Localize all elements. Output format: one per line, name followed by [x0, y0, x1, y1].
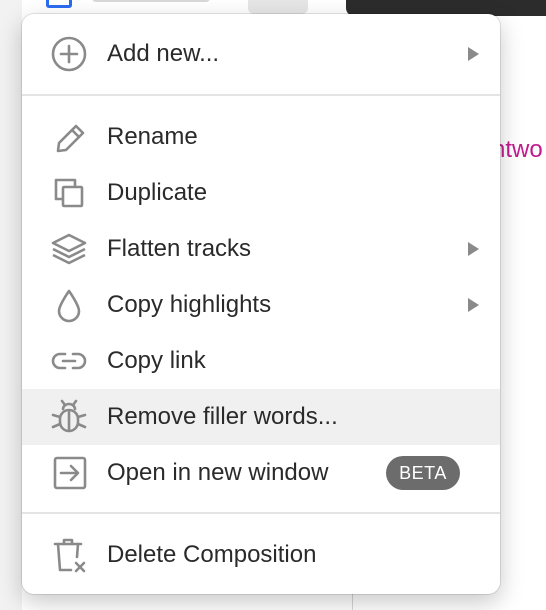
menu-item-label: Copy highlights — [107, 291, 272, 318]
menu-item-label: Flatten tracks — [107, 235, 252, 262]
menu-item-label: Delete Composition — [107, 541, 317, 568]
menu-item-label: Remove filler words... — [107, 403, 338, 430]
menu-item-label: Rename — [107, 123, 198, 150]
bug-icon — [48, 396, 90, 438]
menu-item-remove-filler-words[interactable]: Remove filler words... — [22, 389, 500, 445]
background-document-icon — [46, 0, 72, 8]
menu-item-label: Open in new window — [107, 459, 329, 486]
menu-item-label: Add new... — [107, 40, 220, 67]
context-menu: Add new... Rename Duplicate Flatten trac… — [22, 14, 500, 594]
menu-item-delete-composition[interactable]: Delete Composition — [22, 527, 500, 583]
beta-badge: BETA — [386, 456, 460, 490]
submenu-arrow-icon — [468, 298, 479, 312]
menu-item-copy-link[interactable]: Copy link — [22, 333, 500, 389]
duplicate-icon — [48, 172, 90, 214]
submenu-arrow-icon — [468, 47, 479, 61]
menu-item-duplicate[interactable]: Duplicate — [22, 165, 500, 221]
background-button — [248, 0, 308, 14]
menu-item-add-new[interactable]: Add new... — [22, 26, 500, 82]
menu-item-copy-highlights[interactable]: Copy highlights — [22, 277, 500, 333]
background-title — [92, 0, 210, 2]
menu-separator — [22, 512, 500, 514]
menu-item-rename[interactable]: Rename — [22, 109, 500, 165]
menu-item-open-in-new-window[interactable]: Open in new window BETA — [22, 445, 500, 501]
droplet-icon — [48, 284, 90, 326]
menu-item-label: Duplicate — [107, 179, 208, 206]
submenu-arrow-icon — [468, 242, 479, 256]
plus-circle-icon — [48, 33, 90, 75]
background-sidebar — [0, 0, 22, 610]
menu-separator — [22, 94, 500, 96]
menu-item-label: Copy link — [107, 347, 206, 374]
link-icon — [48, 340, 90, 382]
open-window-icon — [48, 452, 90, 494]
menu-item-flatten-tracks[interactable]: Flatten tracks — [22, 221, 500, 277]
layers-icon — [48, 228, 90, 270]
trash-icon — [48, 534, 90, 576]
pencil-icon — [48, 116, 90, 158]
